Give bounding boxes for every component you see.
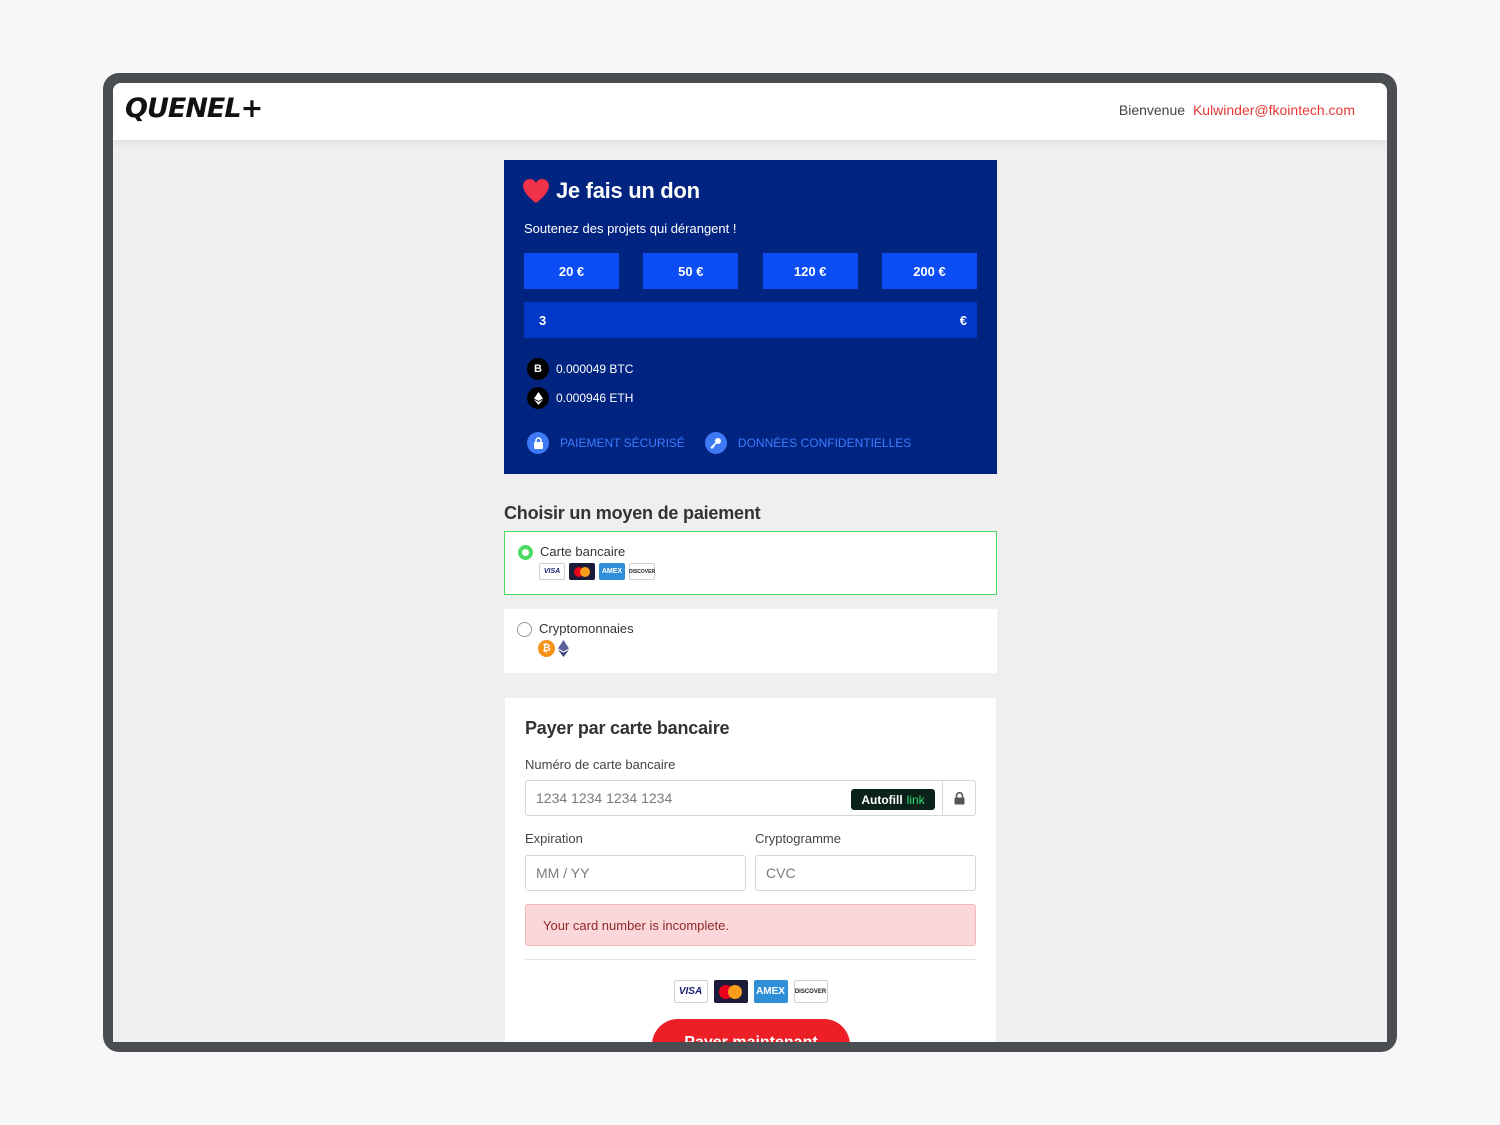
pay-now-button[interactable]: Payer maintenant [652,1019,850,1042]
crypto-option-label: Cryptomonnaies [539,621,634,636]
payment-option-card[interactable]: Carte bancaire VISA AMEX DISCOVER [504,531,997,595]
cvc-field[interactable] [755,855,976,891]
custom-amount-field[interactable]: € [524,302,977,338]
visa-icon: VISA [673,980,708,1003]
card-option-label: Carte bancaire [540,544,626,559]
donation-title: Je fais un don [522,178,700,204]
card-radio[interactable] [518,545,533,560]
expiration-input[interactable] [536,865,745,881]
welcome-text: Bienvenue Kulwinder@fkointech.com [1119,102,1355,118]
expiration-label: Expiration [525,831,583,846]
btc-amount: 0.000049 BTC [556,362,634,376]
amex-icon: AMEX [599,563,625,580]
mastercard-icon [569,563,595,580]
card-lock-icon [942,781,975,815]
welcome-label: Bienvenue [1118,102,1186,118]
autofill-link-label: link [906,792,925,807]
mastercard-icon [713,980,748,1003]
site-logo[interactable]: QUENEL+ [125,93,263,124]
donation-subtitle: Soutenez des projets qui dérangent ! [524,221,737,236]
bitcoin-coin-icon: ₿ [538,640,555,657]
discover-icon: DISCOVER [629,563,655,580]
amount-button-20[interactable]: 20 € [524,253,619,289]
payment-option-crypto[interactable]: Cryptomonnaies ₿ [504,609,997,673]
amex-icon: AMEX [753,980,788,1003]
site-header: QUENEL+ Bienvenue Kulwinder@fkointech.co… [113,83,1387,140]
secure-payment-label: PAIEMENT SÉCURISÉ [560,436,685,450]
donation-panel: Je fais un don Soutenez des projets qui … [504,160,997,474]
crypto-icons: ₿ [538,640,569,657]
confidential-data-label: DONNÉES CONFIDENTIELLES [737,436,912,450]
crypto-radio[interactable] [517,622,532,637]
amount-button-50[interactable]: 50 € [643,253,739,289]
secure-payment-badge: PAIEMENT SÉCURISÉ [527,432,685,454]
bitcoin-icon: B [527,358,549,380]
browser-viewport: QUENEL+ Bienvenue Kulwinder@fkointech.co… [113,83,1387,1042]
card-payment-panel: Payer par carte bancaire Numéro de carte… [505,698,996,1042]
divider [525,959,976,960]
autofill-label: Autofill [861,792,903,807]
expiration-field[interactable] [525,855,746,891]
accepted-cards: VISA AMEX DISCOVER [505,980,996,1003]
trust-badges: PAIEMENT SÉCURISÉ DONNÉES CONFIDENTIELLE… [527,432,931,454]
heart-icon [523,179,549,203]
eth-conversion: 0.000946 ETH [527,387,633,409]
confidential-data-badge: DONNÉES CONFIDENTIELLES [704,432,912,454]
card-error-message: Your card number is incomplete. [525,904,976,946]
card-brand-icons: VISA AMEX DISCOVER [539,563,659,580]
ethereum-icon [527,387,549,409]
card-number-field[interactable]: Autofilllink [525,780,976,816]
visa-icon: VISA [539,563,565,580]
key-icon [704,432,727,454]
card-number-label: Numéro de carte bancaire [525,757,676,772]
user-email-link[interactable]: Kulwinder@fkointech.com [1193,102,1355,118]
device-frame: QUENEL+ Bienvenue Kulwinder@fkointech.co… [103,73,1397,1052]
discover-icon: DISCOVER [793,980,828,1003]
donation-title-text: Je fais un don [556,178,700,203]
custom-amount-input[interactable] [539,312,919,328]
btc-conversion: B 0.000049 BTC [527,358,633,380]
cvc-input[interactable] [766,865,975,881]
eth-amount: 0.000946 ETH [556,391,634,405]
lock-icon [527,432,549,454]
payment-method-title: Choisir un moyen de paiement [504,503,761,523]
amount-buttons: 20 € 50 € 120 € 200 € [524,253,977,289]
currency-symbol: € [959,312,967,328]
cvc-label: Cryptogramme [755,831,841,846]
amount-button-120[interactable]: 120 € [762,253,858,289]
ethereum-coin-icon [558,640,569,657]
autofill-link-button[interactable]: Autofill link [851,789,935,810]
card-payment-title: Payer par carte bancaire [525,718,730,738]
amount-button-200[interactable]: 200 € [881,253,977,289]
